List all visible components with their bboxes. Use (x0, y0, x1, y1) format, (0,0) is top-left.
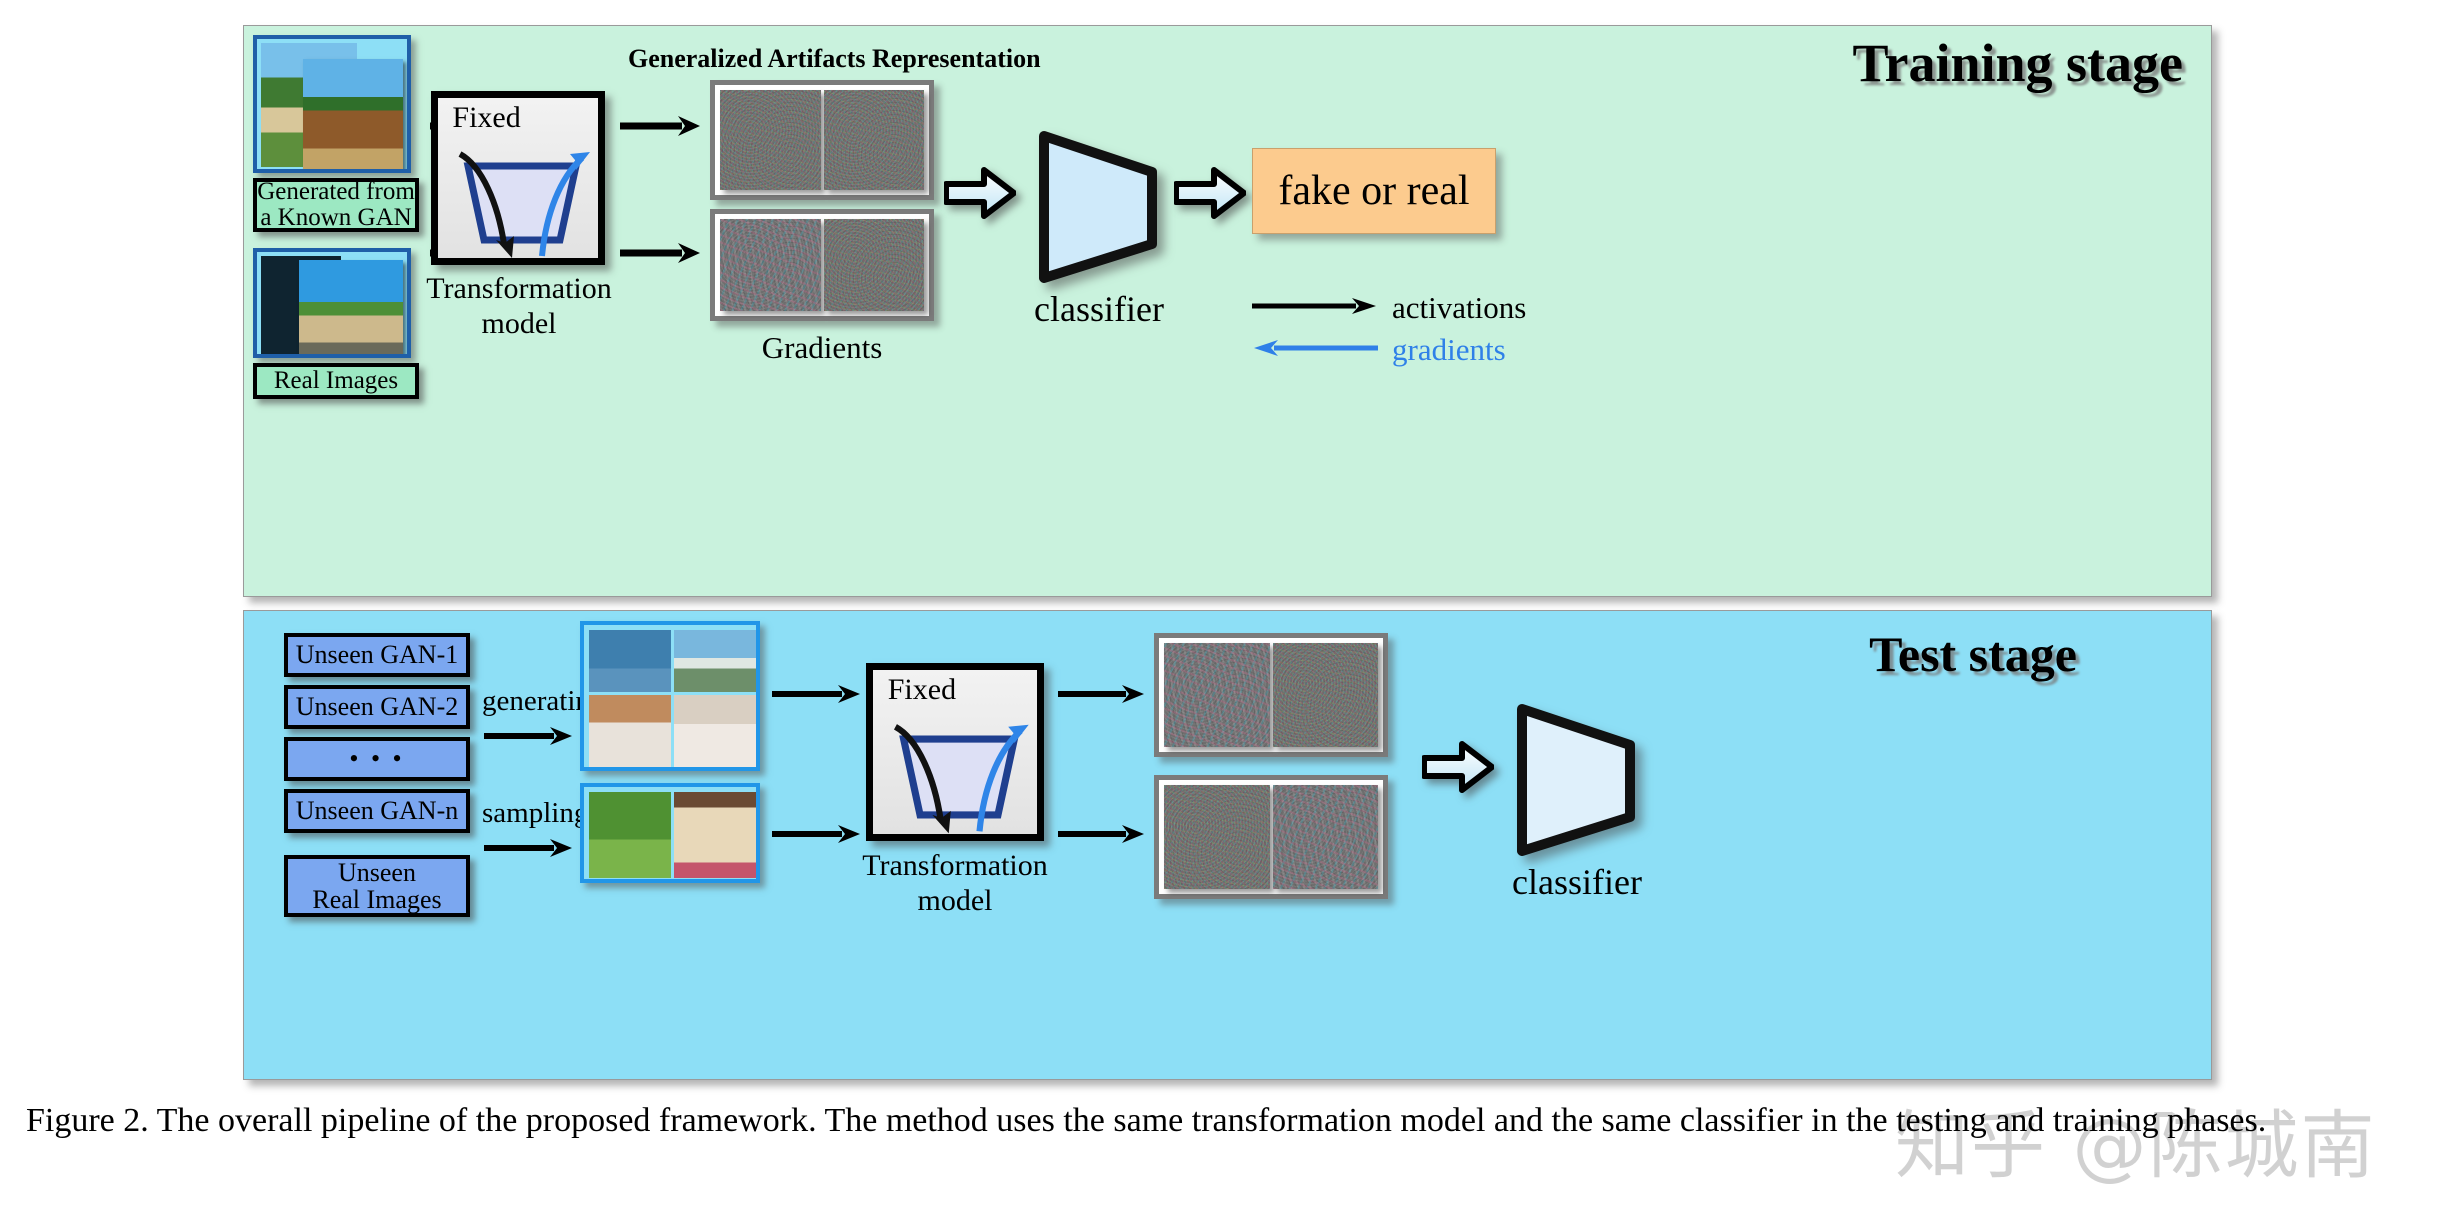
test-transformation-caption-line1: Transformation (862, 849, 1048, 882)
training-classifier-shape (1028, 126, 1168, 286)
generalized-artifacts-panel (710, 80, 934, 200)
training-transformation-caption-line1: Transformation (426, 272, 612, 305)
arrow-test-generated-to-transform (772, 683, 862, 705)
artifact-noise-tile (720, 90, 821, 190)
gradients-panel (710, 209, 934, 321)
test-artifact-noise-tile (1272, 643, 1378, 747)
legend-activations-label: activations (1392, 290, 1527, 325)
source-tag-ellipsis: • • • (284, 737, 470, 781)
training-transformation-caption-line2: model (481, 306, 557, 340)
transform-trapezoid-icon (458, 151, 590, 258)
block-arrow-to-classifier (944, 166, 1016, 220)
arrow-transform-to-artifacts (620, 114, 702, 138)
arrow-test-transform-to-gradients (1058, 823, 1146, 845)
test-artifact-noise-tile (1164, 785, 1270, 889)
training-classifier-label: classifier (1034, 289, 1164, 329)
test-stage-panel: Test stage Unseen GAN-1 Unseen GAN-2 • •… (243, 610, 2212, 1080)
output-fake-or-real-chip: fake or real (1252, 148, 1496, 234)
test-transformation-caption-line2: model (917, 883, 993, 917)
source-tag-unseen-gan-2: Unseen GAN-2 (284, 685, 470, 729)
unseen-real-images-line2: Real Images (312, 885, 442, 914)
test-generated-images-grid (580, 621, 760, 771)
generated-images-label-line2: a Known GAN (260, 204, 412, 231)
generated-images-label: Generated from a Known GAN (253, 178, 419, 232)
training-transformation-model-box: Fixed (431, 91, 605, 265)
test-artifacts-panel-top (1154, 633, 1388, 757)
real-images-thumbnail (253, 248, 411, 358)
training-stage-panel: Training stage Generated from a Known GA… (243, 25, 2212, 597)
test-transformation-caption: Transformation model (840, 849, 1070, 918)
gradients-label: Gradients (761, 330, 883, 365)
test-artifacts-panel-bottom (1154, 775, 1388, 899)
arrow-test-real-to-transform (772, 823, 862, 845)
training-stage-title: Training stage (1852, 33, 2183, 93)
artifacts-representation-title: Generalized Artifacts Representation (628, 44, 1041, 73)
source-tag-unseen-real-images: Unseen Real Images (284, 855, 470, 917)
training-fixed-label: Fixed (452, 101, 521, 135)
test-classifier-label: classifier (1512, 862, 1642, 902)
source-tag-unseen-gan-1: Unseen GAN-1 (284, 633, 470, 677)
test-classifier-shape (1506, 699, 1646, 859)
legend-gradients-arrow-icon (1252, 338, 1378, 363)
test-stage-title: Test stage (1869, 626, 2077, 682)
test-artifact-noise-tile (1272, 785, 1378, 889)
gradient-noise-tile (823, 219, 924, 311)
block-arrow-to-output (1174, 166, 1246, 220)
generated-images-thumbnail (253, 35, 411, 173)
legend-gradients-label: gradients (1392, 332, 1506, 367)
gradient-noise-tile (720, 219, 821, 311)
test-block-arrow-to-classifier (1422, 741, 1494, 793)
unseen-real-images-line1: Unseen (338, 857, 416, 887)
arrow-generating (484, 725, 574, 747)
legend-activations-arrow-icon (1252, 296, 1378, 321)
training-transformation-caption: Transformation model (404, 272, 634, 341)
test-fixed-label: Fixed (887, 673, 957, 707)
transform-trapezoid-icon (893, 724, 1029, 834)
source-tag-unseen-gan-n: Unseen GAN-n (284, 789, 470, 833)
arrow-transform-to-gradients (620, 241, 702, 265)
figure-caption: Figure 2. The overall pipeline of the pr… (26, 1102, 2267, 1139)
test-real-images-grid (580, 783, 760, 883)
test-artifact-noise-tile (1164, 643, 1270, 747)
real-images-label: Real Images (253, 363, 419, 399)
arrow-test-transform-to-artifacts (1058, 683, 1146, 705)
generated-images-label-line1: Generated from (257, 177, 415, 205)
legend-gradients-row: gradients (1252, 332, 1506, 368)
sampling-label: sampling (482, 797, 589, 829)
legend-activations-row: activations (1252, 290, 1526, 326)
test-transformation-model-box: Fixed (866, 663, 1044, 841)
artifact-noise-tile (823, 90, 924, 190)
arrow-sampling (484, 837, 574, 859)
